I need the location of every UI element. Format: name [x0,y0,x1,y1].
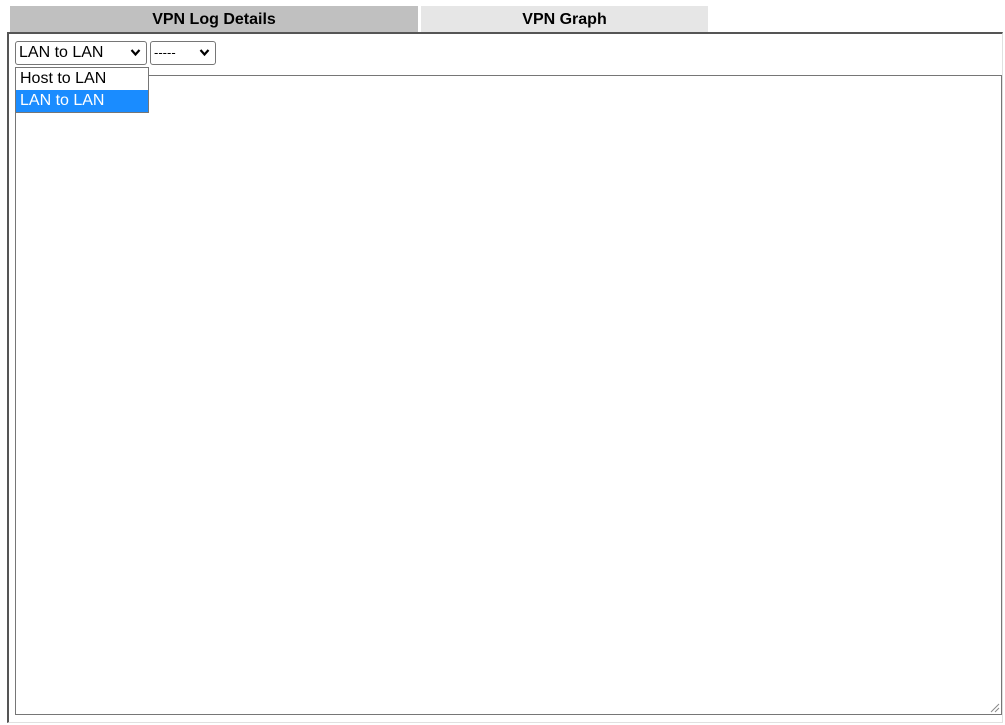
log-textarea[interactable] [15,75,1002,715]
chevron-down-icon [130,49,141,57]
tab-vpn-log-details[interactable]: VPN Log Details [10,6,418,33]
vpn-log-page: VPN Log Details VPN Graph LAN to LAN ---… [0,0,1005,725]
option-host-to-lan[interactable]: Host to LAN [16,68,148,90]
connection-type-dropdown: Host to LAN LAN to LAN [15,67,149,113]
profile-select[interactable]: ----- [150,41,216,65]
resize-grip-icon[interactable] [988,701,1000,713]
tab-vpn-graph[interactable]: VPN Graph [421,6,708,33]
profile-value: ----- [154,45,176,60]
chevron-down-icon [199,49,210,57]
connection-type-select[interactable]: LAN to LAN [15,41,147,65]
option-lan-to-lan[interactable]: LAN to LAN [16,90,148,112]
connection-type-value: LAN to LAN [19,44,104,61]
